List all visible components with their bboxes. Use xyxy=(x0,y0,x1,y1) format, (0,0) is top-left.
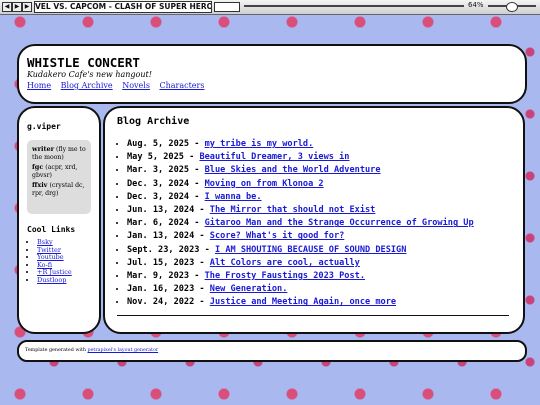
blog-archive-panel: Blog Archive Aug. 5, 2025 - my tribe is … xyxy=(103,106,525,334)
seek-control[interactable] xyxy=(214,2,240,12)
interests-box: writer (fly me to the moon) fgc (acpr, x… xyxy=(27,140,91,214)
list-item: Jul. 15, 2023 - Alt Colors are cool, act… xyxy=(127,257,474,270)
cool-links-list: Bsky Twitter Youtube Ko-fi +R Justice Du… xyxy=(27,238,72,285)
list-item: Sept. 23, 2023 - I AM SHOUTING BECAUSE O… xyxy=(127,244,474,257)
nav-novels[interactable]: Novels xyxy=(122,81,150,90)
track-title: VEL VS. CAPCOM - CLASH OF SUPER HEROES xyxy=(34,1,212,13)
page-title: Blog Archive xyxy=(117,116,190,127)
list-item: Aug. 5, 2025 - my tribe is my world. xyxy=(127,138,474,151)
post-link[interactable]: Gitaroo Man and the Strange Occurrence o… xyxy=(205,218,474,228)
next-icon[interactable]: ▶ xyxy=(22,2,32,12)
list-item: Jan. 13, 2024 - Score? What's it good fo… xyxy=(127,230,474,243)
post-link[interactable]: The Frosty Faustings 2023 Post. xyxy=(205,271,365,281)
progress-track[interactable] xyxy=(244,5,464,7)
play-icon[interactable]: ▶ xyxy=(12,2,22,12)
post-link[interactable]: I wanna be. xyxy=(205,192,262,202)
post-link[interactable]: Justice and Meeting Again, once more xyxy=(210,297,396,307)
list-item: Mar. 9, 2023 - The Frosty Faustings 2023… xyxy=(127,270,474,283)
post-link[interactable]: Alt Colors are cool, actually xyxy=(210,258,360,268)
interest-item: ffxiv (crystal dc, rpr, drg) xyxy=(32,181,85,197)
nav-characters[interactable]: Characters xyxy=(159,81,204,90)
post-link[interactable]: Moving on from Klonoa 2 xyxy=(205,179,324,189)
site-title: WHISTLE CONCERT xyxy=(27,55,140,70)
list-item: May 5, 2025 - Beautiful Dreamer, 3 views… xyxy=(127,151,474,164)
list-item: Dec. 3, 2024 - Moving on from Klonoa 2 xyxy=(127,178,474,191)
post-link[interactable]: Blue Skies and the World Adventure xyxy=(205,165,381,175)
footer-text: Template generated with xyxy=(25,348,88,353)
username: g.viper xyxy=(27,122,61,131)
sidebar: g.viper writer (fly me to the moon) fgc … xyxy=(17,106,101,334)
post-link[interactable]: Score? What's it good for? xyxy=(210,231,345,241)
list-item: Mar. 6, 2024 - Gitaroo Man and the Stran… xyxy=(127,217,474,230)
list-item: Jan. 16, 2023 - New Generation. xyxy=(127,283,474,296)
post-link[interactable]: The Mirror that should not Exist xyxy=(210,205,376,215)
post-link[interactable]: my tribe is my world. xyxy=(205,139,314,149)
divider xyxy=(117,315,509,316)
nav-blog-archive[interactable]: Blog Archive xyxy=(61,81,113,90)
list-item: Nov. 24, 2022 - Justice and Meeting Agai… xyxy=(127,296,474,309)
volume-knob[interactable] xyxy=(506,2,518,12)
previous-icon[interactable]: ◀ xyxy=(2,2,12,12)
list-item: Jun. 13, 2024 - The Mirror that should n… xyxy=(127,204,474,217)
site-tagline: Kudakero Cafe's new hangout! xyxy=(27,70,152,79)
volume-label: 64% xyxy=(468,1,484,9)
list-item: Dec. 3, 2024 - I wanna be. xyxy=(127,191,474,204)
music-player: ◀ ▶ ▶ VEL VS. CAPCOM - CLASH OF SUPER HE… xyxy=(0,0,540,15)
main-nav: Home Blog Archive Novels Characters xyxy=(27,81,211,90)
archive-list: Aug. 5, 2025 - my tribe is my world. May… xyxy=(119,138,474,310)
post-link[interactable]: New Generation. xyxy=(210,284,288,294)
footer-link[interactable]: petrapixel's layout generator xyxy=(88,348,159,353)
link-dustloop[interactable]: Dustloop xyxy=(37,276,66,284)
interest-item: fgc (acpr, xrd, gbvsr) xyxy=(32,163,78,179)
post-link[interactable]: I AM SHOUTING BECAUSE OF SOUND DESIGN xyxy=(215,245,406,255)
cool-links-heading: Cool Links xyxy=(27,225,76,234)
interest-item: writer (fly me to the moon) xyxy=(32,145,86,161)
site-footer: Template generated with petrapixel's lay… xyxy=(17,340,527,362)
list-item: Mar. 3, 2025 - Blue Skies and the World … xyxy=(127,164,474,177)
nav-home[interactable]: Home xyxy=(27,81,51,90)
post-link[interactable]: Beautiful Dreamer, 3 views in xyxy=(199,152,349,162)
site-header: WHISTLE CONCERT Kudakero Cafe's new hang… xyxy=(17,44,527,104)
